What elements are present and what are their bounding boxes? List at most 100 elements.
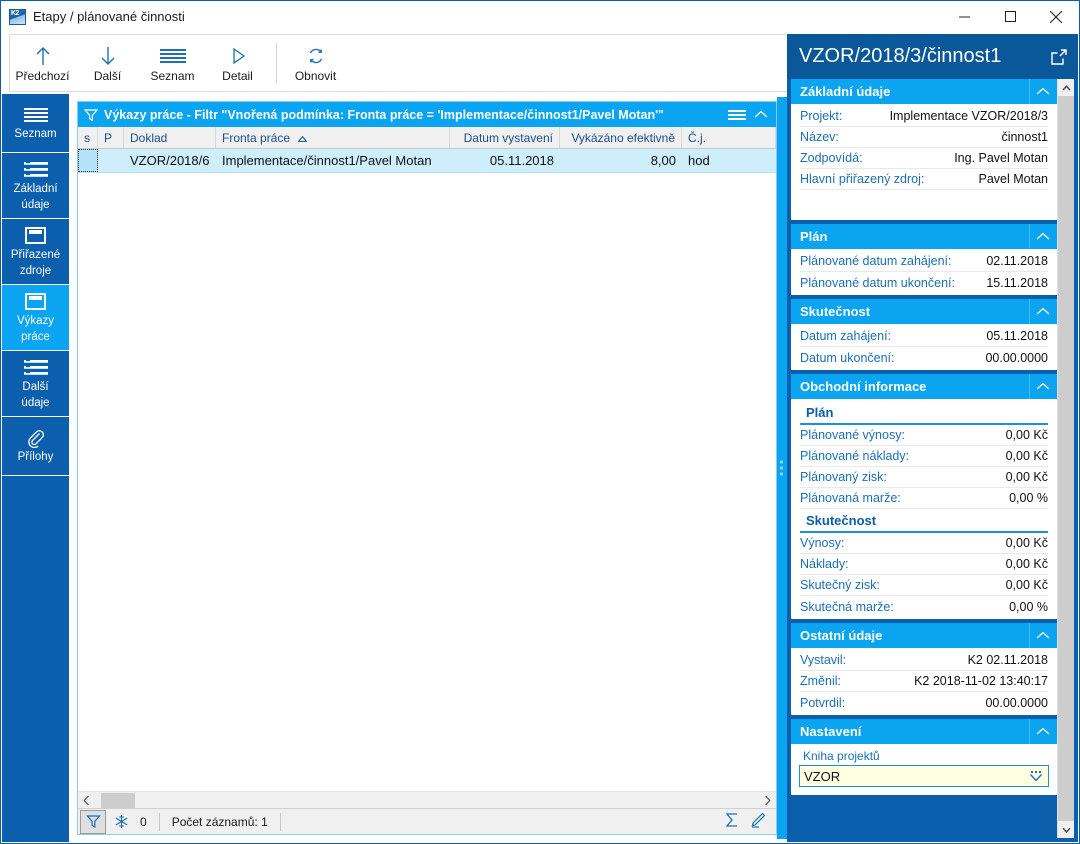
field-value-planovana-marze: 0,00 % xyxy=(1009,491,1048,505)
section-header-zakladni-udaje[interactable]: Základní údaje xyxy=(791,79,1057,104)
section-header-plan[interactable]: Plán xyxy=(791,224,1057,249)
grid-collapse-icon[interactable] xyxy=(754,108,768,122)
row-selector-cell[interactable] xyxy=(78,149,98,172)
field-label-zmenil: Změnil: xyxy=(800,674,841,688)
row-cell-fronta-prace: Implementace/činnost1/Pavel Motan xyxy=(222,153,432,168)
snowflake-icon[interactable] xyxy=(108,810,134,834)
grid-menu-icon[interactable] xyxy=(728,109,746,120)
column-header-fronta-label: Fronta práce xyxy=(222,131,291,145)
filter-icon[interactable] xyxy=(84,108,98,122)
sidebar-item-seznam[interactable]: Seznam xyxy=(2,94,69,153)
list-button[interactable]: Seznam xyxy=(140,35,205,91)
chevron-left-icon[interactable] xyxy=(78,792,95,809)
sidebar-item-prilohy[interactable]: Přílohy xyxy=(2,417,69,476)
sidebar-item-prirazene-zdroje[interactable]: Přiřazené zdroje xyxy=(2,219,69,285)
field-value-datum-ukonceni: 00.00.0000 xyxy=(985,350,1048,365)
field-label-vystavil: Vystavil: xyxy=(800,653,847,667)
section-header-nastaveni[interactable]: Nastavení xyxy=(791,719,1057,744)
minimize-icon[interactable] xyxy=(941,1,987,32)
field-nazev: Název: činnost1 xyxy=(800,127,1048,148)
hscroll-thumb[interactable] xyxy=(101,792,135,808)
field-label-planovana-marze: Plánovaná marže: xyxy=(800,491,901,505)
refresh-button[interactable]: Obnovit xyxy=(283,35,348,91)
sidebar-item-dalsi-udaje[interactable]: Další údaje xyxy=(2,351,69,417)
detail-scrollbar-thumb[interactable] xyxy=(1058,96,1074,821)
scroll-down-icon[interactable] xyxy=(1058,821,1074,838)
pencil-icon[interactable] xyxy=(750,812,766,831)
section-header-ostatni-udaje[interactable]: Ostatní údaje xyxy=(791,623,1057,648)
chevron-right-icon[interactable] xyxy=(759,792,776,809)
scroll-up-icon[interactable] xyxy=(1058,79,1074,96)
field-label-naklady: Náklady: xyxy=(800,557,849,571)
arrow-up-icon xyxy=(35,45,51,67)
next-button-label: Další xyxy=(93,69,122,83)
detail-panel-body: Základní údaje Projekt: Implementace VZO… xyxy=(791,79,1074,838)
list-icon xyxy=(23,160,48,180)
section-plan: Plán Plánované datum zahájení: 02.11.201… xyxy=(791,224,1057,295)
panel-splitter[interactable] xyxy=(777,97,787,839)
section-zakladni-udaje: Základní údaje Projekt: Implementace VZO… xyxy=(791,79,1057,220)
window-icon-active xyxy=(25,292,46,312)
previous-button[interactable]: Předchozí xyxy=(10,35,75,91)
section-header-skutecnost[interactable]: Skutečnost xyxy=(791,299,1057,324)
section-padding-zakladni xyxy=(800,190,1048,218)
section-header-obchodni-informace[interactable]: Obchodní informace xyxy=(791,374,1057,399)
field-value-plan-zahajeni: 02.11.2018 xyxy=(986,254,1048,268)
section-title-skutecnost: Skutečnost xyxy=(800,304,871,319)
section-nastaveni: Nastavení Kniha projektů VZOR xyxy=(791,719,1057,795)
detail-panel-title-bar: VZOR/2018/3/činnost1 xyxy=(787,34,1078,79)
work-report-grid-panel: Výkazy práce - Filtr "Vnořená podmínka: … xyxy=(77,101,777,835)
maximize-icon[interactable] xyxy=(987,1,1033,32)
column-header-fronta-prace[interactable]: Fronta práce xyxy=(216,127,450,148)
column-header-vykazano-efektivne[interactable]: Vykázáno efektivně xyxy=(560,127,682,148)
field-value-planovane-vynosy: 0,00 Kč xyxy=(1005,428,1048,442)
list-button-label: Seznam xyxy=(150,69,195,83)
field-label-nazev: Název: xyxy=(800,130,839,144)
field-label-datum-zahajeni: Datum zahájení: xyxy=(800,329,892,343)
window-icon xyxy=(25,226,46,246)
grid-horizontal-scrollbar[interactable] xyxy=(78,791,776,808)
popout-icon[interactable] xyxy=(1050,48,1068,66)
field-label-planovane-naklady: Plánované náklady: xyxy=(800,449,910,463)
grid-column-headers: s P Doklad Fronta práce Datum vystavení … xyxy=(78,127,776,149)
close-icon[interactable] xyxy=(1033,1,1079,32)
section-body-skutecnost: Datum zahájení: 05.11.2018 Datum ukončen… xyxy=(791,324,1057,370)
chevron-up-icon-nastaveni[interactable] xyxy=(1029,719,1055,744)
sort-ascending-icon xyxy=(297,131,308,145)
field-planovane-naklady: Plánované náklady: 0,00 Kč xyxy=(800,446,1048,467)
detail-panel: VZOR/2018/3/činnost1 Základní údaje Proj… xyxy=(787,34,1078,842)
column-header-cj[interactable]: Č.j. xyxy=(682,127,776,148)
column-header-datum-vystaveni[interactable]: Datum vystavení xyxy=(450,127,560,148)
table-row[interactable]: VZOR/2018/6 Implementace/činnost1/Pavel … xyxy=(78,149,776,173)
sidebar-item-zakladni-udaje[interactable]: Základní údaje xyxy=(2,153,69,219)
next-button[interactable]: Další xyxy=(75,35,140,91)
section-body-ostatni-udaje: Vystavil: K2 02.11.2018 Změnil: K2 2018-… xyxy=(791,648,1057,715)
hscroll-track[interactable] xyxy=(95,792,759,809)
field-label-skutecny-zisk: Skutečný zisk: xyxy=(800,578,880,592)
window-controls xyxy=(941,1,1079,32)
chevron-up-icon[interactable] xyxy=(1029,79,1055,104)
chevron-up-icon-skutecnost[interactable] xyxy=(1029,299,1055,324)
chevron-up-icon-plan[interactable] xyxy=(1029,224,1055,249)
field-label-plan-zahajeni: Plánované datum zahájení: xyxy=(800,254,952,268)
chevron-up-icon-obchodni[interactable] xyxy=(1029,374,1055,399)
column-header-doklad[interactable]: Doklad xyxy=(124,127,216,148)
detail-panel-scrollbar[interactable] xyxy=(1057,79,1074,838)
section-title-obchodni-informace: Obchodní informace xyxy=(800,379,927,394)
field-vystavil: Vystavil: K2 02.11.2018 xyxy=(800,650,1048,671)
kniha-projektu-combobox[interactable]: VZOR xyxy=(799,765,1049,787)
chevron-up-icon-ostatni[interactable] xyxy=(1029,623,1055,648)
detail-button[interactable]: Detail xyxy=(205,35,270,91)
field-naklady: Náklady: 0,00 Kč xyxy=(800,554,1048,575)
record-count-label: Počet záznamů: 1 xyxy=(171,814,268,829)
detail-scrollbar-track[interactable] xyxy=(1058,96,1074,821)
arrow-down-icon xyxy=(100,45,116,67)
status-filter-icon[interactable] xyxy=(80,809,106,834)
sigma-icon[interactable] xyxy=(724,812,740,831)
column-header-s[interactable]: s xyxy=(78,127,98,148)
dropdown-icon[interactable] xyxy=(1029,770,1044,783)
column-header-p[interactable]: P xyxy=(98,127,124,148)
field-label-vynosy: Výnosy: xyxy=(800,536,845,550)
sidebar-item-vykazy-prace[interactable]: Výkazy práce xyxy=(2,285,69,351)
application-window: Etapy / plánované činnosti Předchozí xyxy=(0,0,1080,844)
